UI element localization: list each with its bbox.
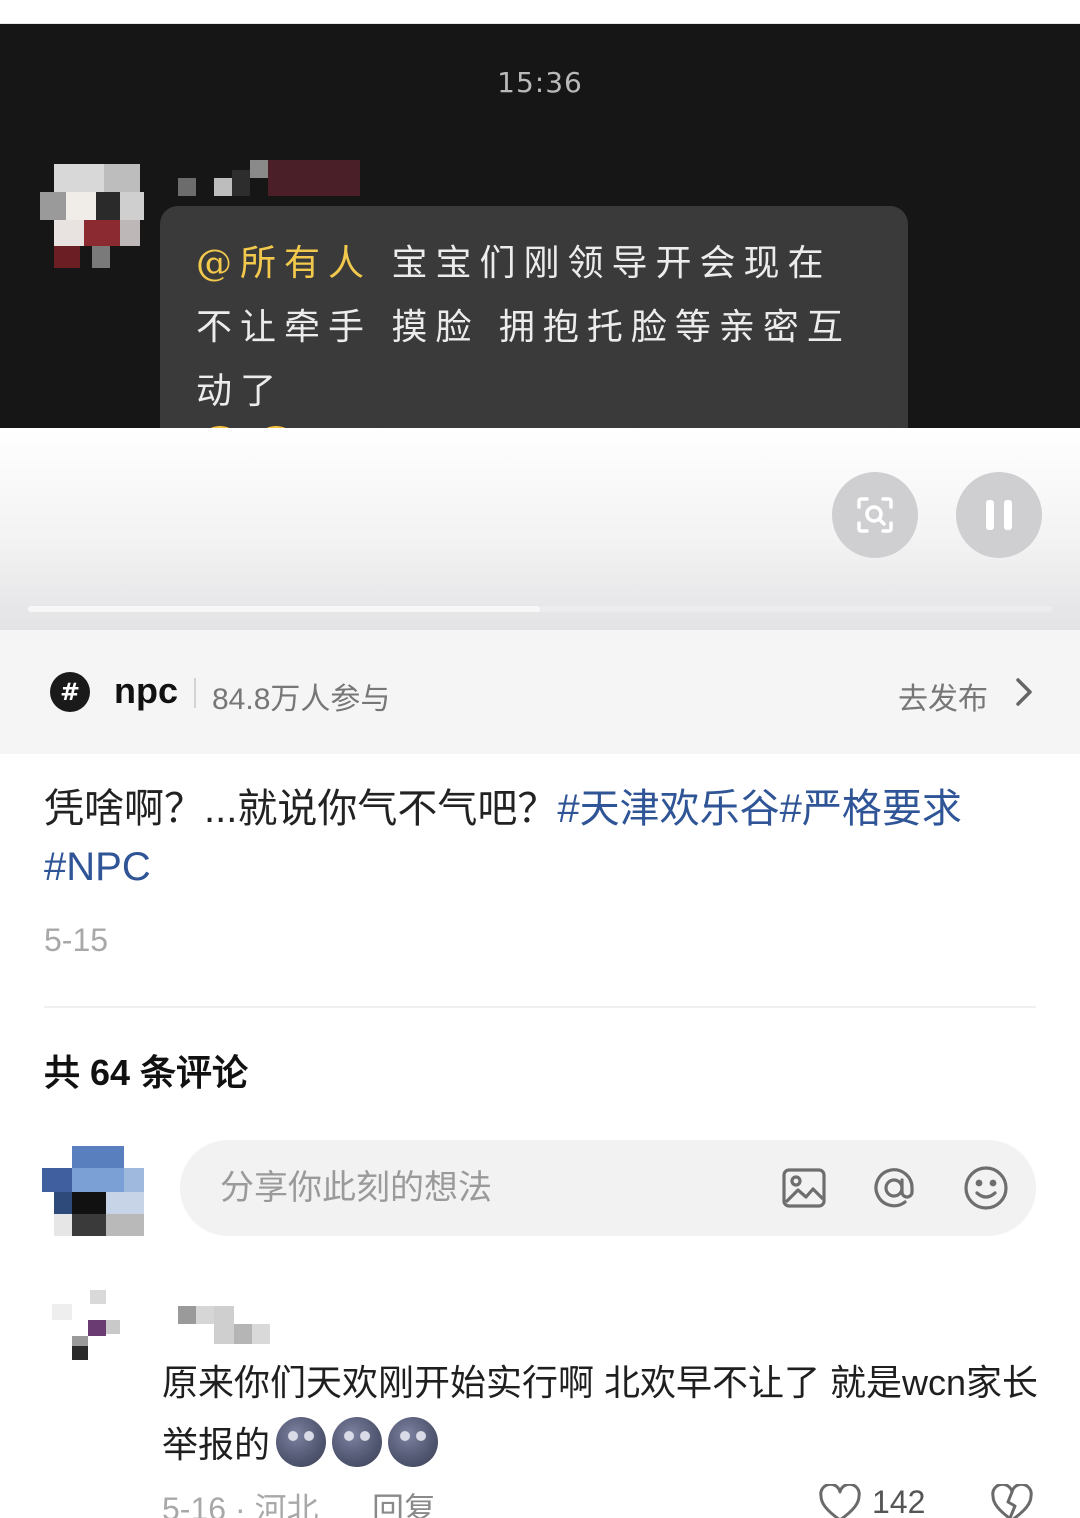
comment-meta: 5-16 · 河北	[162, 1491, 319, 1518]
divider	[44, 1006, 1036, 1008]
chat-message-bubble: @所有人 宝宝们刚领导开会现在不让牵手 摸脸 拥抱托脸等亲密互动了	[160, 206, 908, 474]
commenter-name[interactable]	[178, 1306, 270, 1344]
at-mention-icon[interactable]	[870, 1164, 918, 1212]
broken-heart-icon[interactable]	[990, 1484, 1034, 1518]
chat-timestamp: 15:36	[497, 66, 583, 99]
chat-sender-name	[178, 160, 360, 196]
video-lower-area	[0, 428, 1080, 630]
mention-all: @所有人	[196, 243, 373, 284]
reply-button[interactable]: 回复	[372, 1484, 436, 1518]
topic-participants: 84.8万人参与	[212, 683, 391, 716]
comment-input[interactable]	[220, 1162, 740, 1214]
comment-input-box[interactable]	[180, 1140, 1036, 1236]
comment-text: 原来你们天欢刚开始实行啊 北欢早不让了 就是wcn家长举报的	[162, 1352, 1042, 1476]
post-date: 5-15	[44, 922, 109, 958]
pause-icon	[986, 500, 1012, 530]
topic-divider	[194, 678, 196, 708]
pause-button[interactable]	[956, 472, 1042, 558]
caption-text: 凭啥啊？...就说你气不气吧？	[44, 787, 558, 831]
like-count: 142	[872, 1484, 926, 1518]
user-avatar[interactable]	[42, 1146, 144, 1236]
publish-link[interactable]: 去发布	[898, 674, 988, 718]
commenter-avatar[interactable]	[52, 1290, 132, 1370]
chat-sender-avatar	[40, 160, 144, 268]
scan-button[interactable]	[832, 472, 918, 558]
topic-name[interactable]: npc	[114, 670, 178, 712]
video-progress-bar[interactable]	[28, 606, 1052, 612]
new-moon-face-emoji	[388, 1417, 439, 1467]
emoji-icon[interactable]	[962, 1164, 1010, 1212]
image-icon[interactable]	[780, 1164, 828, 1212]
chevron-right-icon[interactable]	[1010, 676, 1038, 708]
new-moon-face-emoji	[332, 1417, 383, 1467]
video-progress-fill	[28, 606, 540, 612]
scan-icon	[857, 497, 893, 533]
hashtag-icon: #	[50, 672, 90, 712]
post-caption: 凭啥啊？...就说你气不气吧？#天津欢乐谷#严格要求#NPC	[44, 780, 1044, 896]
new-moon-face-emoji	[276, 1417, 327, 1467]
top-strip	[0, 0, 1080, 24]
comment-count: 共 64 条评论	[44, 1052, 249, 1093]
heart-icon[interactable]	[818, 1484, 862, 1518]
